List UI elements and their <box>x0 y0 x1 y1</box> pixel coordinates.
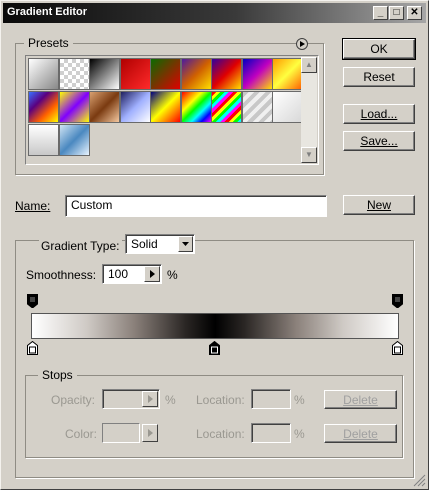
new-label: New <box>366 198 391 212</box>
stops-label: Stops <box>38 368 77 382</box>
color-swatch[interactable] <box>102 423 140 443</box>
preset-swatch[interactable] <box>119 91 151 123</box>
smoothness-input[interactable]: 100 <box>102 264 162 284</box>
scroll-down-button[interactable]: ▼ <box>301 147 317 163</box>
gradient-preview-bar[interactable] <box>31 313 399 339</box>
resize-grip-icon[interactable] <box>412 473 426 487</box>
circle-arrow-icon <box>300 41 305 47</box>
name-label: Name: <box>15 199 50 213</box>
opacity-percent: % <box>165 393 176 407</box>
opacity-input[interactable] <box>102 389 160 409</box>
preset-swatch[interactable] <box>180 91 212 123</box>
play-arrow-icon <box>150 270 155 278</box>
load-label: Load... <box>360 107 398 121</box>
presets-label: Presets <box>24 36 73 50</box>
preset-swatch[interactable] <box>28 124 59 156</box>
preset-swatch[interactable] <box>272 58 303 90</box>
delete-color-stop-button[interactable]: Delete <box>324 424 397 443</box>
scroll-up-button[interactable]: ▲ <box>301 57 317 73</box>
play-arrow-icon <box>148 395 153 403</box>
preset-swatch[interactable] <box>150 91 181 123</box>
delete-opacity-stop-button[interactable]: Delete <box>324 390 397 409</box>
window-title: Gradient Editor <box>7 6 88 18</box>
preset-swatch[interactable] <box>241 91 273 123</box>
title-bar[interactable]: Gradient Editor _ □ ✕ <box>3 3 426 23</box>
opacity-location-input[interactable] <box>251 389 291 409</box>
delete-opacity-label: Delete <box>343 393 378 407</box>
smoothness-arrow-button[interactable] <box>144 266 160 282</box>
maximize-button[interactable]: □ <box>389 6 404 20</box>
preset-swatch[interactable] <box>58 91 90 123</box>
presets-scrollbar[interactable]: ▲ ▼ <box>301 57 317 163</box>
color-label: Color: <box>65 427 98 441</box>
preset-swatch[interactable] <box>28 58 59 90</box>
preset-swatch[interactable] <box>272 91 303 123</box>
load-button[interactable]: Load... <box>343 104 415 124</box>
preset-swatch[interactable] <box>58 58 90 90</box>
opacity-label: Opacity: <box>51 393 96 407</box>
smoothness-percent: % <box>167 268 178 282</box>
opacity-arrow-button[interactable] <box>142 391 158 407</box>
play-arrow-icon <box>148 429 153 437</box>
color-location-input[interactable] <box>251 423 291 443</box>
dropdown-arrow-icon[interactable] <box>178 236 193 252</box>
gradient-type-value: Solid <box>131 237 158 251</box>
reset-button[interactable]: Reset <box>343 67 415 87</box>
save-label: Save... <box>360 134 398 148</box>
preset-swatch[interactable] <box>89 58 120 90</box>
preset-swatch[interactable] <box>119 58 151 90</box>
color-location-percent: % <box>294 427 305 441</box>
opacity-location-percent: % <box>294 393 305 407</box>
preset-swatch[interactable] <box>28 91 59 123</box>
minimize-button[interactable]: _ <box>373 6 388 20</box>
name-field[interactable]: Custom <box>65 195 327 217</box>
preset-swatch[interactable] <box>211 58 242 90</box>
color-stop-left-icon[interactable] <box>27 341 38 355</box>
preset-swatch[interactable] <box>211 91 242 123</box>
opacity-stop-left-icon[interactable] <box>27 294 38 308</box>
close-button[interactable]: ✕ <box>407 6 422 20</box>
stops-group: Stops <box>25 368 403 458</box>
presets-menu-icon[interactable] <box>296 38 308 50</box>
opacity-stop-right-icon[interactable] <box>392 294 403 308</box>
chevron-down-icon <box>182 242 189 246</box>
ok-button[interactable]: OK <box>342 38 416 60</box>
name-label-text: Name: <box>15 199 51 213</box>
delete-color-label: Delete <box>343 427 378 441</box>
gradient-type-label: Gradient Type: <box>39 239 122 253</box>
gradient-type-select[interactable]: Solid <box>125 234 195 254</box>
gradient-editor-window: Gradient Editor _ □ ✕ OK Reset Load... S… <box>0 0 429 490</box>
preset-swatch[interactable] <box>150 58 181 90</box>
preset-swatch[interactable] <box>180 58 212 90</box>
smoothness-value: 100 <box>108 267 129 281</box>
opacity-location-label: Location: <box>196 393 245 407</box>
preset-swatch[interactable] <box>241 58 273 90</box>
smoothness-label: Smoothness: <box>26 268 97 282</box>
save-button[interactable]: Save... <box>343 131 415 151</box>
preset-swatch[interactable] <box>58 124 90 156</box>
new-button[interactable]: New <box>343 195 415 215</box>
color-stop-middle-icon[interactable] <box>209 341 220 355</box>
color-stop-right-icon[interactable] <box>392 341 403 355</box>
color-arrow-button[interactable] <box>142 424 158 442</box>
preset-swatch[interactable] <box>89 91 120 123</box>
color-location-label: Location: <box>196 427 245 441</box>
